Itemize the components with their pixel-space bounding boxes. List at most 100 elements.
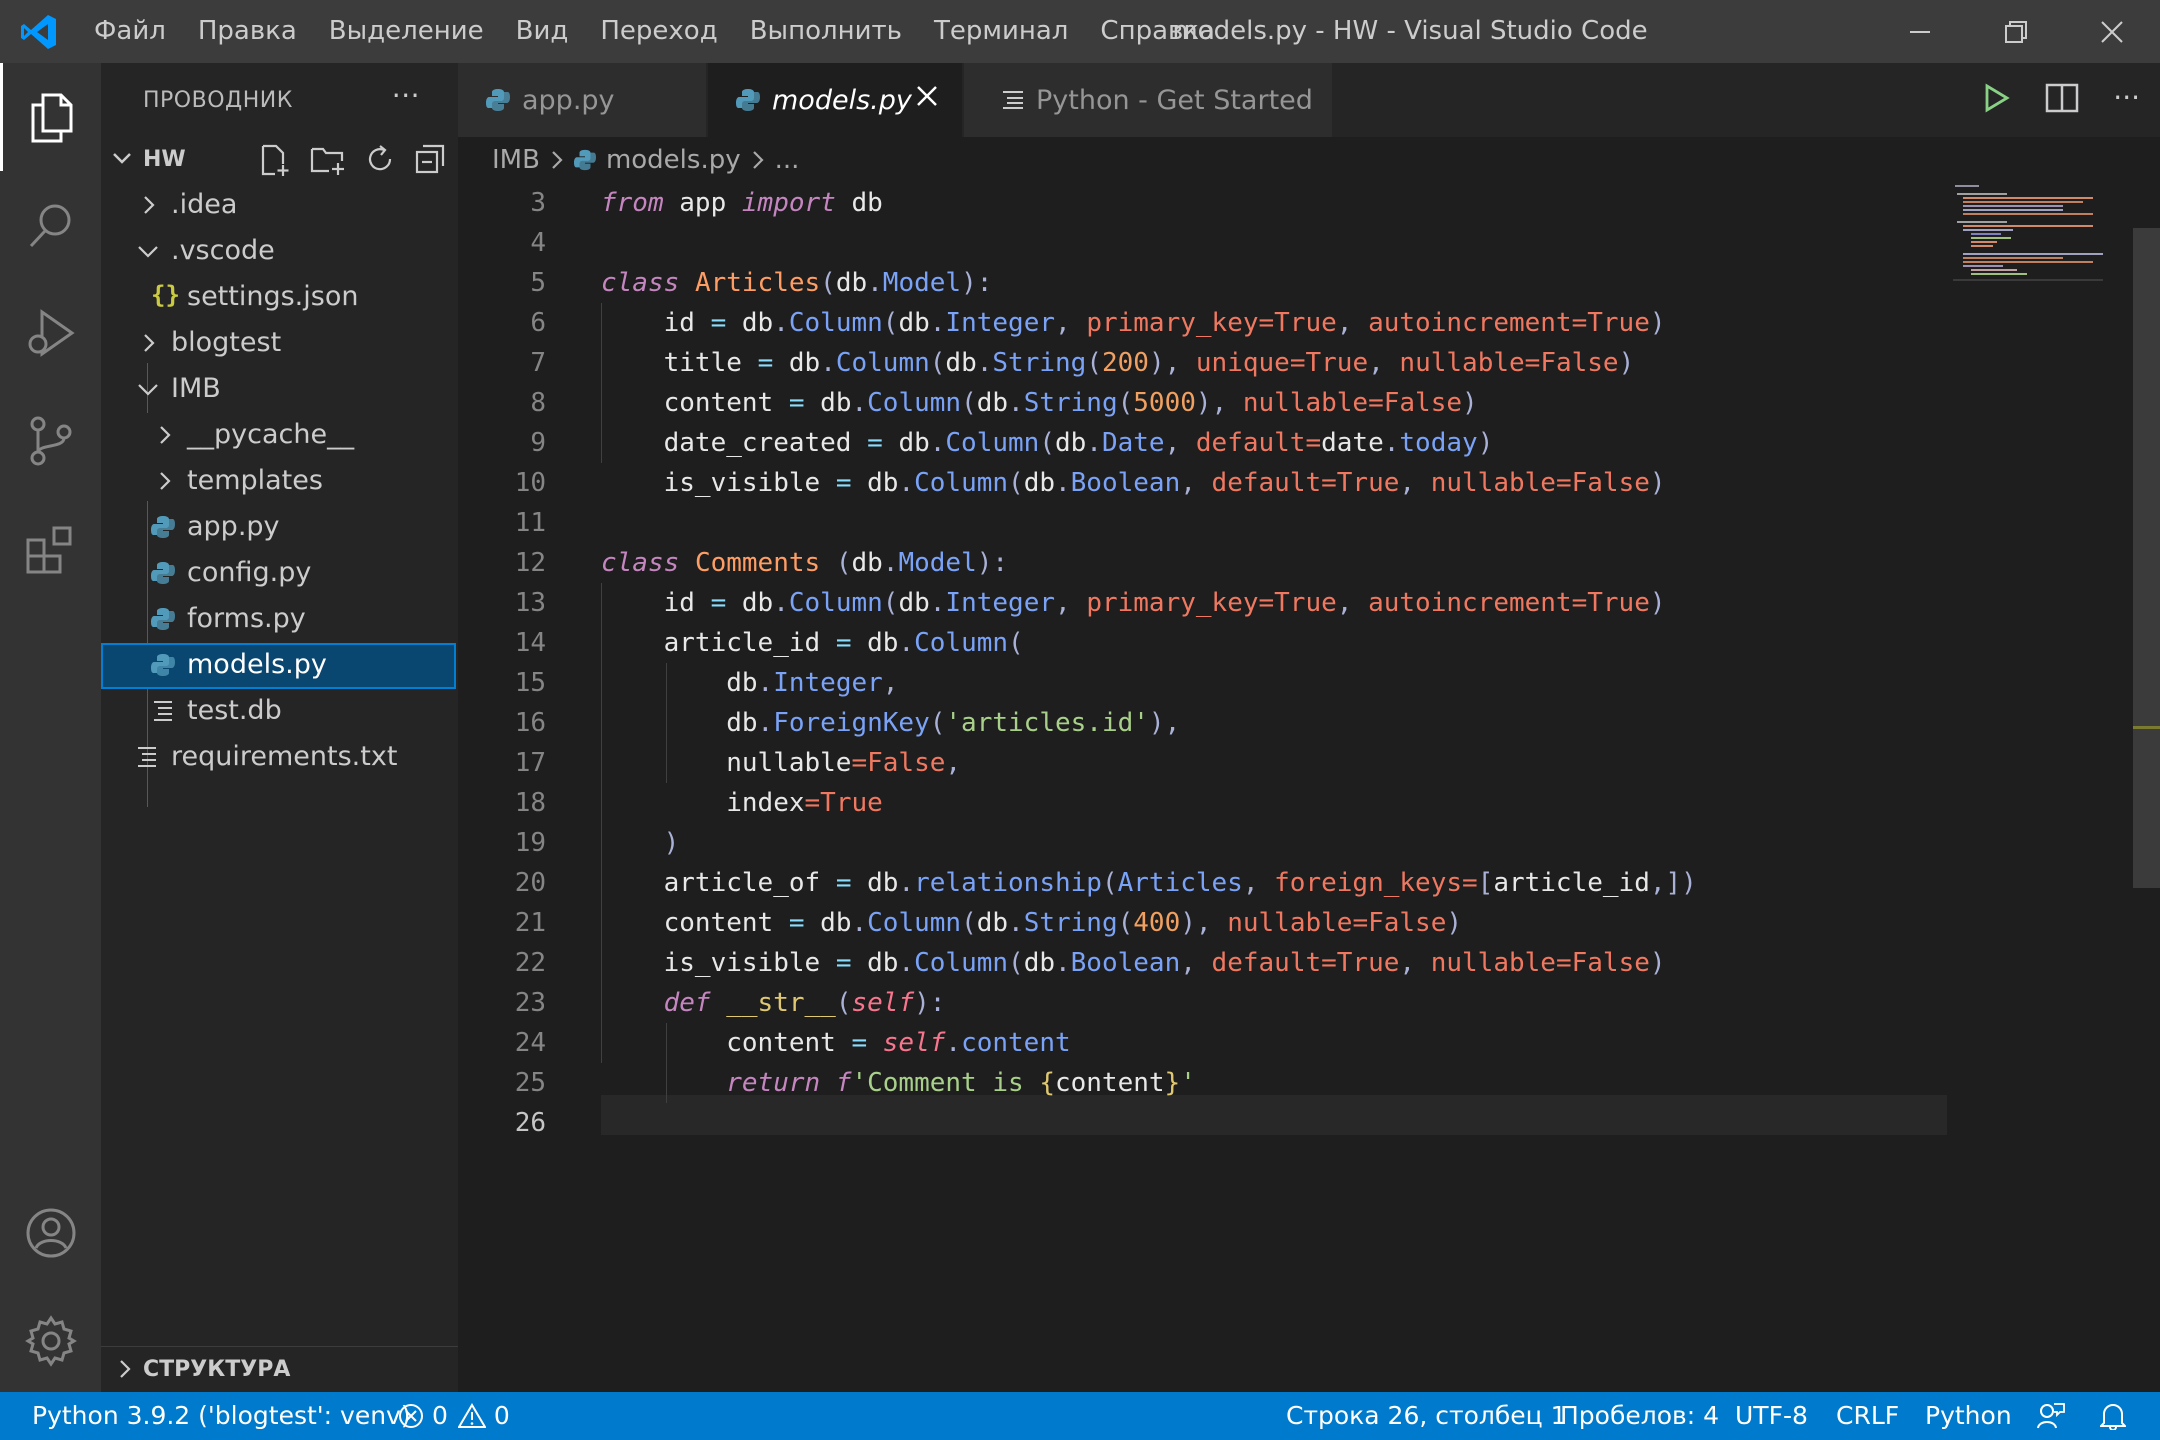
run-icon[interactable] [1983,83,2011,113]
eol-selector[interactable]: CRLF [1836,1392,1899,1440]
tree-item-imb[interactable]: IMB [101,367,458,413]
code-line[interactable]: 6 id = db.Column(db.Integer, primary_key… [458,303,1953,343]
tree-item-blogtest[interactable]: blogtest [101,321,458,367]
restore-button[interactable] [1968,0,2064,63]
breadcrumb-symbol[interactable]: ... [775,145,800,175]
code-editor[interactable]: 3 from app import db 4 5 class Articles(db.M… [458,183,1953,1392]
breadcrumb-folder[interactable]: IMB [492,145,540,175]
language-mode-selector[interactable]: Python [1925,1392,2012,1440]
tree-item-vscode[interactable]: .vscode [101,229,458,275]
indentation-selector[interactable]: Пробелов: 4 [1560,1392,1719,1440]
text-file-icon [154,701,172,721]
line-number: 23 [514,988,546,1018]
code-line[interactable]: 4 [458,223,1953,263]
code-line[interactable]: 24 content = self.content [458,1023,1953,1063]
refresh-icon[interactable] [364,143,396,175]
explorer-button[interactable] [0,63,101,171]
accounts-button[interactable] [0,1179,101,1287]
code-line[interactable]: 23 def __str__(self): [458,983,1953,1023]
minimize-button[interactable] [1872,0,1968,63]
more-actions-icon[interactable]: ··· [2113,81,2140,114]
line-number: 17 [514,748,546,778]
tab-models-py[interactable]: models.py [708,63,962,137]
tree-item-app-py[interactable]: app.py [101,505,458,551]
tree-item-templates[interactable]: templates [101,459,458,505]
code-line[interactable]: 15 db.Integer, [458,663,1953,703]
breadcrumb-file[interactable]: models.py [606,145,741,175]
new-file-icon[interactable] [258,143,292,177]
code-line[interactable]: 20 article_of = db.relationship(Articles… [458,863,1953,903]
python-file-icon [736,88,760,112]
extensions-button[interactable] [0,495,101,603]
code-line[interactable]: 16 db.ForeignKey('articles.id'), [458,703,1953,743]
split-editor-icon[interactable] [2045,82,2079,114]
menu-view[interactable]: Вид [500,0,585,63]
python-interpreter-selector[interactable]: Python 3.9.2 ('blogtest': venv) [32,1392,411,1440]
code-line[interactable]: 22 is_visible = db.Column(db.Boolean, de… [458,943,1953,983]
notifications-button[interactable] [2100,1392,2126,1440]
line-number: 4 [530,228,546,258]
code-text: from app import db [601,188,883,218]
problems-indicator[interactable]: 0 0 [398,1392,510,1440]
code-line[interactable]: 13 id = db.Column(db.Integer, primary_ke… [458,583,1953,623]
encoding-selector[interactable]: UTF-8 [1735,1392,1808,1440]
menu-run[interactable]: Выполнить [734,0,918,63]
close-tab-icon[interactable] [914,83,940,109]
manage-button[interactable] [0,1287,101,1395]
code-text: class Articles(db.Model): [601,268,993,298]
code-line[interactable]: 21 content = db.Column(db.String(400), n… [458,903,1953,943]
tree-item-models-py[interactable]: models.py [101,643,456,689]
editor-scrollbar-thumb[interactable] [2133,228,2160,888]
run-debug-button[interactable] [0,279,101,387]
source-control-button[interactable] [0,387,101,495]
chevron-right-icon [144,334,155,352]
menu-go[interactable]: Переход [584,0,733,63]
minimap[interactable] [1953,183,2133,293]
workspace-folder-header[interactable]: HW [101,137,458,183]
code-line[interactable]: 19 ) [458,823,1953,863]
code-line[interactable]: 11 [458,503,1953,543]
line-number: 6 [530,308,546,338]
code-line[interactable]: 10 is_visible = db.Column(db.Boolean, de… [458,463,1953,503]
code-line[interactable]: 17 nullable=False, [458,743,1953,783]
more-actions-icon[interactable]: ··· [392,79,420,112]
tree-item-requirements-txt[interactable]: requirements.txt [101,735,458,781]
tree-item-pycache[interactable]: __pycache__ [101,413,458,459]
code-line[interactable]: 14 article_id = db.Column( [458,623,1953,663]
code-line[interactable]: 18 index=True [458,783,1953,823]
menu-selection[interactable]: Выделение [313,0,500,63]
cursor-position[interactable]: Строка 26, столбец 1 [1286,1392,1567,1440]
tree-item-settings-json[interactable]: {} settings.json [101,275,458,321]
tree-item-test-db[interactable]: test.db [101,689,458,735]
code-line[interactable]: 12 class Comments (db.Model): [458,543,1953,583]
account-icon [26,1208,75,1258]
menu-edit[interactable]: Правка [182,0,313,63]
tree-item-forms-py[interactable]: forms.py [101,597,458,643]
new-folder-icon[interactable] [310,143,346,177]
line-number: 7 [530,348,546,378]
close-window-button[interactable] [2064,0,2160,63]
search-icon [29,204,70,248]
code-line[interactable]: 26 [458,1103,1953,1143]
preview-icon [1002,90,1024,110]
chevron-right-icon [160,472,171,490]
code-line[interactable]: 9 date_created = db.Column(db.Date, defa… [458,423,1953,463]
window-title: models.py - HW - Visual Studio Code [1172,16,1648,46]
code-line[interactable]: 8 content = db.Column(db.String(5000), n… [458,383,1953,423]
search-button[interactable] [0,171,101,279]
code-line[interactable]: 5 class Articles(db.Model): [458,263,1953,303]
window-controls [1872,0,2160,63]
feedback-button[interactable] [2036,1392,2066,1440]
code-line[interactable]: 3 from app import db [458,183,1953,223]
tree-item-config-py[interactable]: config.py [101,551,458,597]
code-line[interactable]: 7 title = db.Column(db.String(200), uniq… [458,343,1953,383]
restore-icon [2005,20,2027,43]
tree-item-label: config.py [187,557,312,588]
tab-app-py[interactable]: app.py [458,63,706,137]
tab-python-get-started[interactable]: Python - Get Started [964,63,1332,137]
menu-file[interactable]: Файл [78,0,182,63]
outline-panel-header[interactable]: СТРУКТУРА [101,1346,458,1392]
collapse-all-icon[interactable] [414,143,446,175]
tree-item-idea[interactable]: .idea [101,183,458,229]
code-line[interactable]: 25 return f'Comment is {content}' [458,1063,1953,1103]
